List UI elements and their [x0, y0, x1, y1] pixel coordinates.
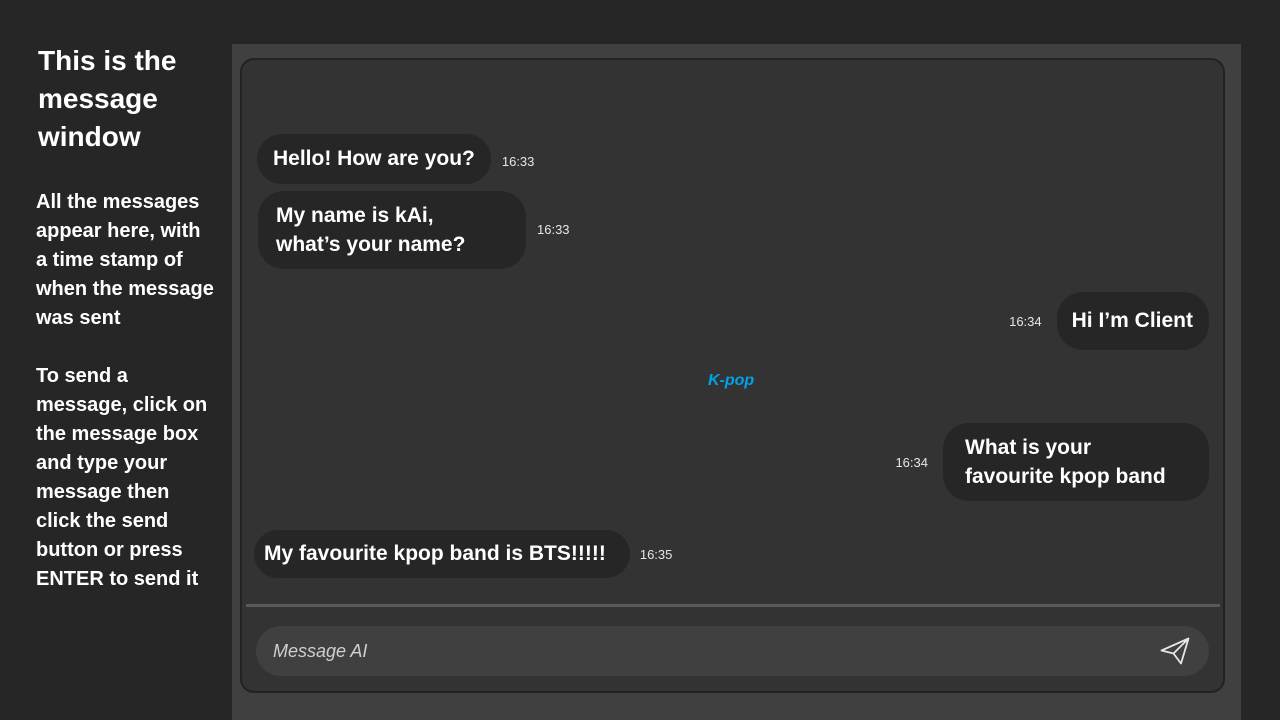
- topic-tag: K-pop: [708, 372, 755, 389]
- instructions-paragraph-sending: To send a message, click on the message …: [36, 365, 208, 590]
- message-bubble: My favourite kpop band is BTS!!!!!: [254, 530, 630, 578]
- message-row-client: 16:34 What is your favourite kpop band: [895, 423, 1209, 501]
- instructions-paragraph-messages: All the messages appear here, with a tim…: [36, 191, 214, 329]
- instructions-panel: This is the message window All the messa…: [36, 42, 216, 594]
- message-bubble: Hello! How are you?: [257, 134, 491, 184]
- chat-window: Hello! How are you? 16:33 My name is kAi…: [240, 58, 1225, 693]
- message-composer: [256, 626, 1209, 676]
- message-timestamp: 16:34: [1009, 313, 1042, 329]
- message-row-ai: My favourite kpop band is BTS!!!!! 16:35: [254, 530, 672, 578]
- message-input[interactable]: [273, 640, 1133, 662]
- paper-plane-icon: [1160, 637, 1190, 665]
- message-bubble: Hi I’m Client: [1056, 292, 1209, 350]
- message-timestamp: 16:35: [639, 546, 673, 562]
- message-timestamp: 16:33: [537, 221, 570, 237]
- send-button[interactable]: [1159, 635, 1191, 667]
- message-timestamp: 16:34: [895, 454, 928, 470]
- composer-divider: [246, 604, 1220, 607]
- message-row-ai: My name is kAi, what’s your name? 16:33: [258, 191, 570, 269]
- message-bubble: What is your favourite kpop band: [943, 423, 1209, 501]
- message-row-ai: Hello! How are you? 16:33: [257, 134, 534, 184]
- page: This is the message window All the messa…: [0, 0, 1280, 720]
- message-row-client: 16:34 Hi I’m Client: [1009, 292, 1209, 350]
- message-timestamp: 16:33: [501, 153, 535, 169]
- instructions-title: This is the message window: [38, 45, 177, 152]
- message-bubble: My name is kAi, what’s your name?: [258, 191, 526, 269]
